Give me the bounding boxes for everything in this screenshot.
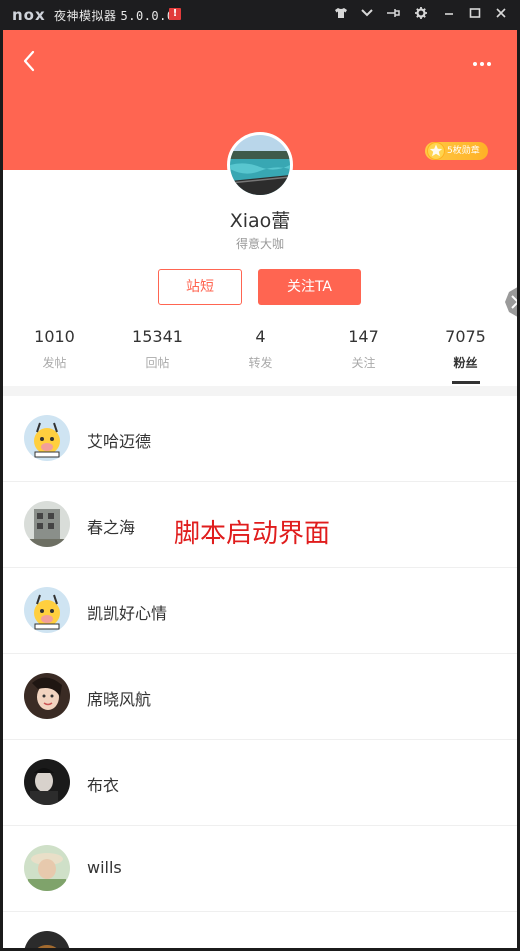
- medal-star-icon: [427, 141, 445, 161]
- stat-value: 4: [255, 327, 266, 346]
- close-icon[interactable]: [492, 6, 510, 24]
- follow-button[interactable]: 关注TA: [258, 269, 361, 305]
- floating-handle-icon: [505, 287, 517, 317]
- stats-bar: 1010 发帖 15341 回帖 4 转发 147 关注 7075 粉丝: [3, 326, 517, 382]
- list-item[interactable]: 席晓风航: [3, 654, 517, 740]
- more-button[interactable]: [467, 54, 497, 74]
- avatar: [24, 415, 70, 461]
- alert-icon[interactable]: !: [169, 8, 181, 20]
- stat-label: 粉丝: [453, 356, 478, 370]
- stat-fans[interactable]: 7075 粉丝: [414, 326, 517, 371]
- followers-list: 艾哈迈德 春之海 凯凯好心情 席晓风航 布衣 wills: [3, 396, 517, 948]
- stat-value: 147: [348, 327, 379, 346]
- window-title-text: 夜神模拟器: [54, 9, 117, 23]
- follower-name: 布衣: [87, 776, 120, 795]
- emulator-titlebar: nox 夜神模拟器 5.0.0.0 !: [0, 0, 520, 30]
- stat-replies[interactable]: 15341 回帖: [106, 326, 209, 371]
- stat-following[interactable]: 147 关注: [312, 326, 415, 371]
- stat-label: 回帖: [145, 356, 170, 370]
- stat-value: 1010: [34, 327, 75, 346]
- list-item[interactable]: 艾哈迈德: [3, 396, 517, 482]
- stat-label: 发帖: [42, 356, 67, 370]
- floating-side-tab[interactable]: [503, 284, 517, 320]
- follower-name: wills: [87, 858, 122, 877]
- list-item[interactable]: 布衣: [3, 740, 517, 826]
- app-screen: 5枚勋章 Xiao蕾 得意大咖 站短 关注TA 1010 发帖 15341 回帖…: [3, 30, 517, 948]
- avatar: [24, 673, 70, 719]
- avatar: [24, 845, 70, 891]
- follower-name: 艾哈迈德: [87, 432, 152, 451]
- list-item[interactable]: wills: [3, 826, 517, 912]
- avatar: [24, 759, 70, 805]
- profile-rank-title: 得意大咖: [235, 237, 284, 251]
- minimize-icon[interactable]: [440, 6, 458, 24]
- medal-badge[interactable]: 5枚勋章: [425, 142, 488, 160]
- stat-value: 7075: [445, 327, 486, 346]
- chevron-down-icon[interactable]: [358, 6, 376, 24]
- maximize-icon[interactable]: [466, 6, 484, 24]
- follower-name: 凯凯好心情: [87, 604, 168, 623]
- gear-icon[interactable]: [412, 6, 430, 24]
- profile-username: Xiao蕾: [229, 210, 291, 232]
- active-tab-indicator: [452, 381, 480, 384]
- follower-name: 席晓风航: [87, 690, 152, 709]
- script-overlay-label: 脚本启动界面: [174, 519, 331, 549]
- shirt-icon[interactable]: [332, 6, 350, 24]
- private-message-button[interactable]: 站短: [158, 269, 242, 305]
- nox-logo: nox: [12, 6, 46, 24]
- avatar: [24, 931, 70, 948]
- follower-name: 春之海: [87, 518, 136, 537]
- list-item[interactable]: 凯凯好心情: [3, 568, 517, 654]
- chevron-left-icon: [23, 50, 35, 72]
- stat-posts[interactable]: 1010 发帖: [3, 326, 106, 371]
- avatar: [24, 501, 70, 547]
- section-divider: [3, 386, 517, 396]
- profile-avatar[interactable]: [227, 132, 293, 198]
- back-button[interactable]: [17, 46, 43, 76]
- window-title: 夜神模拟器 5.0.0.0: [54, 7, 175, 24]
- stat-label: 关注: [351, 356, 376, 370]
- list-item[interactable]: 晨北: [3, 912, 517, 948]
- stat-label: 转发: [248, 356, 273, 370]
- stat-reposts[interactable]: 4 转发: [209, 326, 312, 371]
- avatar: [24, 587, 70, 633]
- medal-count: 5枚勋章: [447, 146, 480, 156]
- more-dots-icon: [473, 62, 491, 66]
- stat-value: 15341: [132, 327, 183, 346]
- pin-icon[interactable]: [384, 6, 402, 24]
- window-version: 5.0.0.0: [120, 9, 175, 23]
- follower-name: 晨北: [87, 944, 119, 948]
